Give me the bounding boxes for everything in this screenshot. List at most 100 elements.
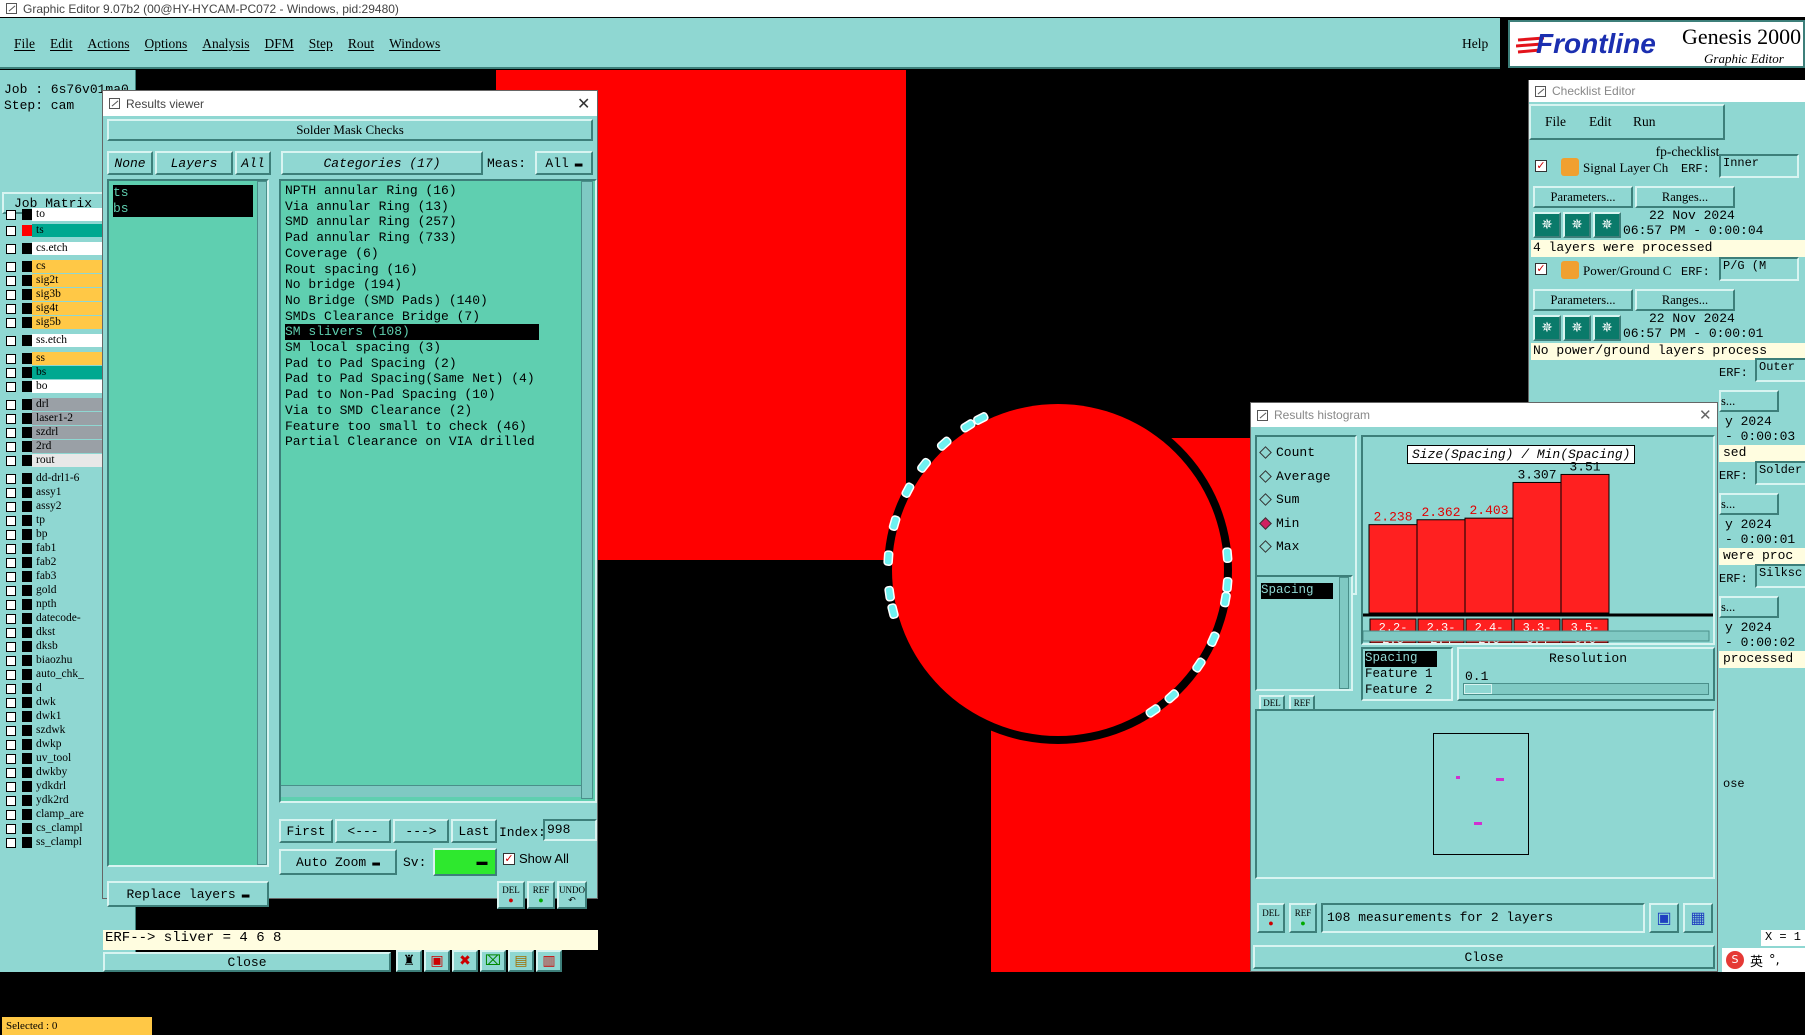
category-list-scrollbar[interactable] [581,181,593,799]
layer-visibility-checkbox[interactable] [6,427,16,438]
checklist-params-button[interactable]: s... [1719,493,1779,515]
results-close-button[interactable]: Close [103,952,391,972]
category-item[interactable]: Via annular Ring (13) [285,199,539,215]
delete-layer-button[interactable]: ✖ [452,950,478,972]
category-item[interactable]: Pad to Non-Pad Spacing (10) [285,387,539,403]
checklist-item-checkbox[interactable]: ✓ [1535,160,1547,172]
layer-visibility-checkbox[interactable] [6,599,16,610]
layer-visibility-checkbox[interactable] [6,515,16,526]
checklist-menu-run[interactable]: Run [1633,114,1656,130]
checklist-erf-value[interactable]: Outer [1755,358,1805,382]
layer-visibility-checkbox[interactable] [6,655,16,666]
undo-button[interactable]: UNDO ↶ [557,881,587,909]
category-item[interactable]: Partial Clearance on VIA drilled [285,434,539,450]
resolution-slider[interactable] [1463,683,1709,695]
layer-visibility-checkbox[interactable] [6,441,16,452]
layer-stack-button[interactable]: ♜ [396,950,422,972]
layer-visibility-checkbox[interactable] [6,543,16,554]
menu-dfm[interactable]: DFM [265,36,294,52]
checklist-ranges-button[interactable]: Ranges... [1635,289,1735,311]
layer-row-uv_tool[interactable] [4,752,35,765]
menu-edit[interactable]: Edit [50,36,73,52]
layer-row-d[interactable] [4,682,35,695]
stat-radio-average[interactable]: Average [1259,469,1331,484]
checklist-menu-edit[interactable]: Edit [1589,114,1612,130]
stat-radio-count[interactable]: Count [1259,445,1315,460]
checklist-item-checkbox[interactable]: ✓ [1535,263,1547,275]
histogram-print-button[interactable]: ▦ [1683,903,1713,933]
layer-row-clamp_are[interactable] [4,808,35,821]
layer-row-ydkdrl[interactable] [4,780,35,793]
category-item[interactable]: Pad annular Ring (733) [285,230,539,246]
layer-row-gold[interactable] [4,584,35,597]
layer-visibility-checkbox[interactable] [6,473,16,484]
histogram-export-button[interactable]: ▣ [1649,903,1679,933]
categories-button[interactable]: Categories (17) [281,151,483,175]
layer-visibility-checkbox[interactable] [6,739,16,750]
layer-visibility-checkbox[interactable] [6,399,16,410]
menu-rout[interactable]: Rout [348,36,374,52]
category-item[interactable]: SM local spacing (3) [285,340,539,356]
layer-row-biaozhu[interactable] [4,654,35,667]
layer-visibility-checkbox[interactable] [6,487,16,498]
layer-row-sig5b[interactable] [4,316,35,329]
layer-visibility-checkbox[interactable] [6,781,16,792]
layer-visibility-checkbox[interactable] [6,767,16,778]
layer-row-dkst[interactable] [4,626,35,639]
menu-options[interactable]: Options [145,36,188,52]
checklist-ranges-button[interactable]: Ranges... [1635,186,1735,208]
checklist-erf-value[interactable]: P/G (M [1719,257,1799,281]
layer-row-datecode-[interactable] [4,612,35,625]
ime-indicator[interactable]: S 英 °, [1722,948,1805,972]
checklist-run-button[interactable]: ✵ [1593,212,1621,238]
res-item-spacing[interactable]: Spacing [1365,651,1437,667]
layer-row-szdwk[interactable] [4,724,35,737]
layer-visibility-checkbox[interactable] [6,557,16,568]
layer-row-assy2[interactable] [4,500,35,513]
board-button[interactable]: ▣ [424,950,450,972]
checklist-run-button[interactable]: ✵ [1593,315,1621,341]
last-button[interactable]: Last [451,819,497,843]
category-item[interactable]: Coverage (6) [285,246,539,262]
layer-row-cs_clampl[interactable] [4,822,35,835]
stat-radio-min[interactable]: Min [1259,516,1299,531]
layer-row-sig3b[interactable] [4,288,35,301]
histogram-close-icon[interactable]: ✕ [1699,406,1712,424]
stat-radio-sum[interactable]: Sum [1259,492,1299,507]
layer-row-dwk[interactable] [4,696,35,709]
histogram-bar[interactable] [1368,524,1418,614]
layer-row-rout[interactable] [4,454,35,467]
next-button[interactable]: ---> [393,819,449,843]
category-item[interactable]: Via to SMD Clearance (2) [285,403,539,419]
checklist-close-tail[interactable]: ose [1723,777,1745,791]
category-item[interactable]: SMDs Clearance Bridge (7) [285,309,539,325]
layer-visibility-checkbox[interactable] [6,335,16,346]
histogram-bar[interactable] [1416,519,1466,614]
layer-row-tp[interactable] [4,514,35,527]
layer-row-cs[interactable] [4,260,35,273]
layer-visibility-checkbox[interactable] [6,683,16,694]
auto-zoom-select[interactable]: Auto Zoom ▬ [279,849,397,875]
show-all-toggle[interactable]: ✓ Show All [503,851,569,866]
checklist-params-button[interactable]: s... [1719,596,1779,618]
checklist-params-button[interactable]: s... [1719,390,1779,412]
layer-visibility-checkbox[interactable] [6,697,16,708]
histogram-ref-button[interactable]: REF ● [1289,903,1317,933]
layer-row-dd-drl1-6[interactable] [4,472,35,485]
category-item[interactable]: No Bridge (SMD Pads) (140) [285,293,539,309]
layer-visibility-checkbox[interactable] [6,571,16,582]
histogram-button[interactable]: ▥ [536,950,562,972]
layer-visibility-checkbox[interactable] [6,795,16,806]
checklist-erf-value[interactable]: Silksc [1755,564,1805,588]
checklist-item-name[interactable]: Signal Layer Ch [1583,160,1668,176]
measure-item-spacing[interactable]: Spacing [1261,583,1333,599]
res-item-feature1[interactable]: Feature 1 [1365,667,1433,683]
menu-step[interactable]: Step [309,36,333,52]
category-item[interactable]: SMD annular Ring (257) [285,214,539,230]
layers-button[interactable]: Layers [155,151,233,175]
layer-row-to[interactable] [4,208,35,221]
layer-list-item-bs[interactable]: bs [113,201,253,217]
results-viewer-close-icon[interactable]: ✕ [577,94,590,114]
layer-visibility-checkbox[interactable] [6,711,16,722]
layer-visibility-checkbox[interactable] [6,225,16,236]
